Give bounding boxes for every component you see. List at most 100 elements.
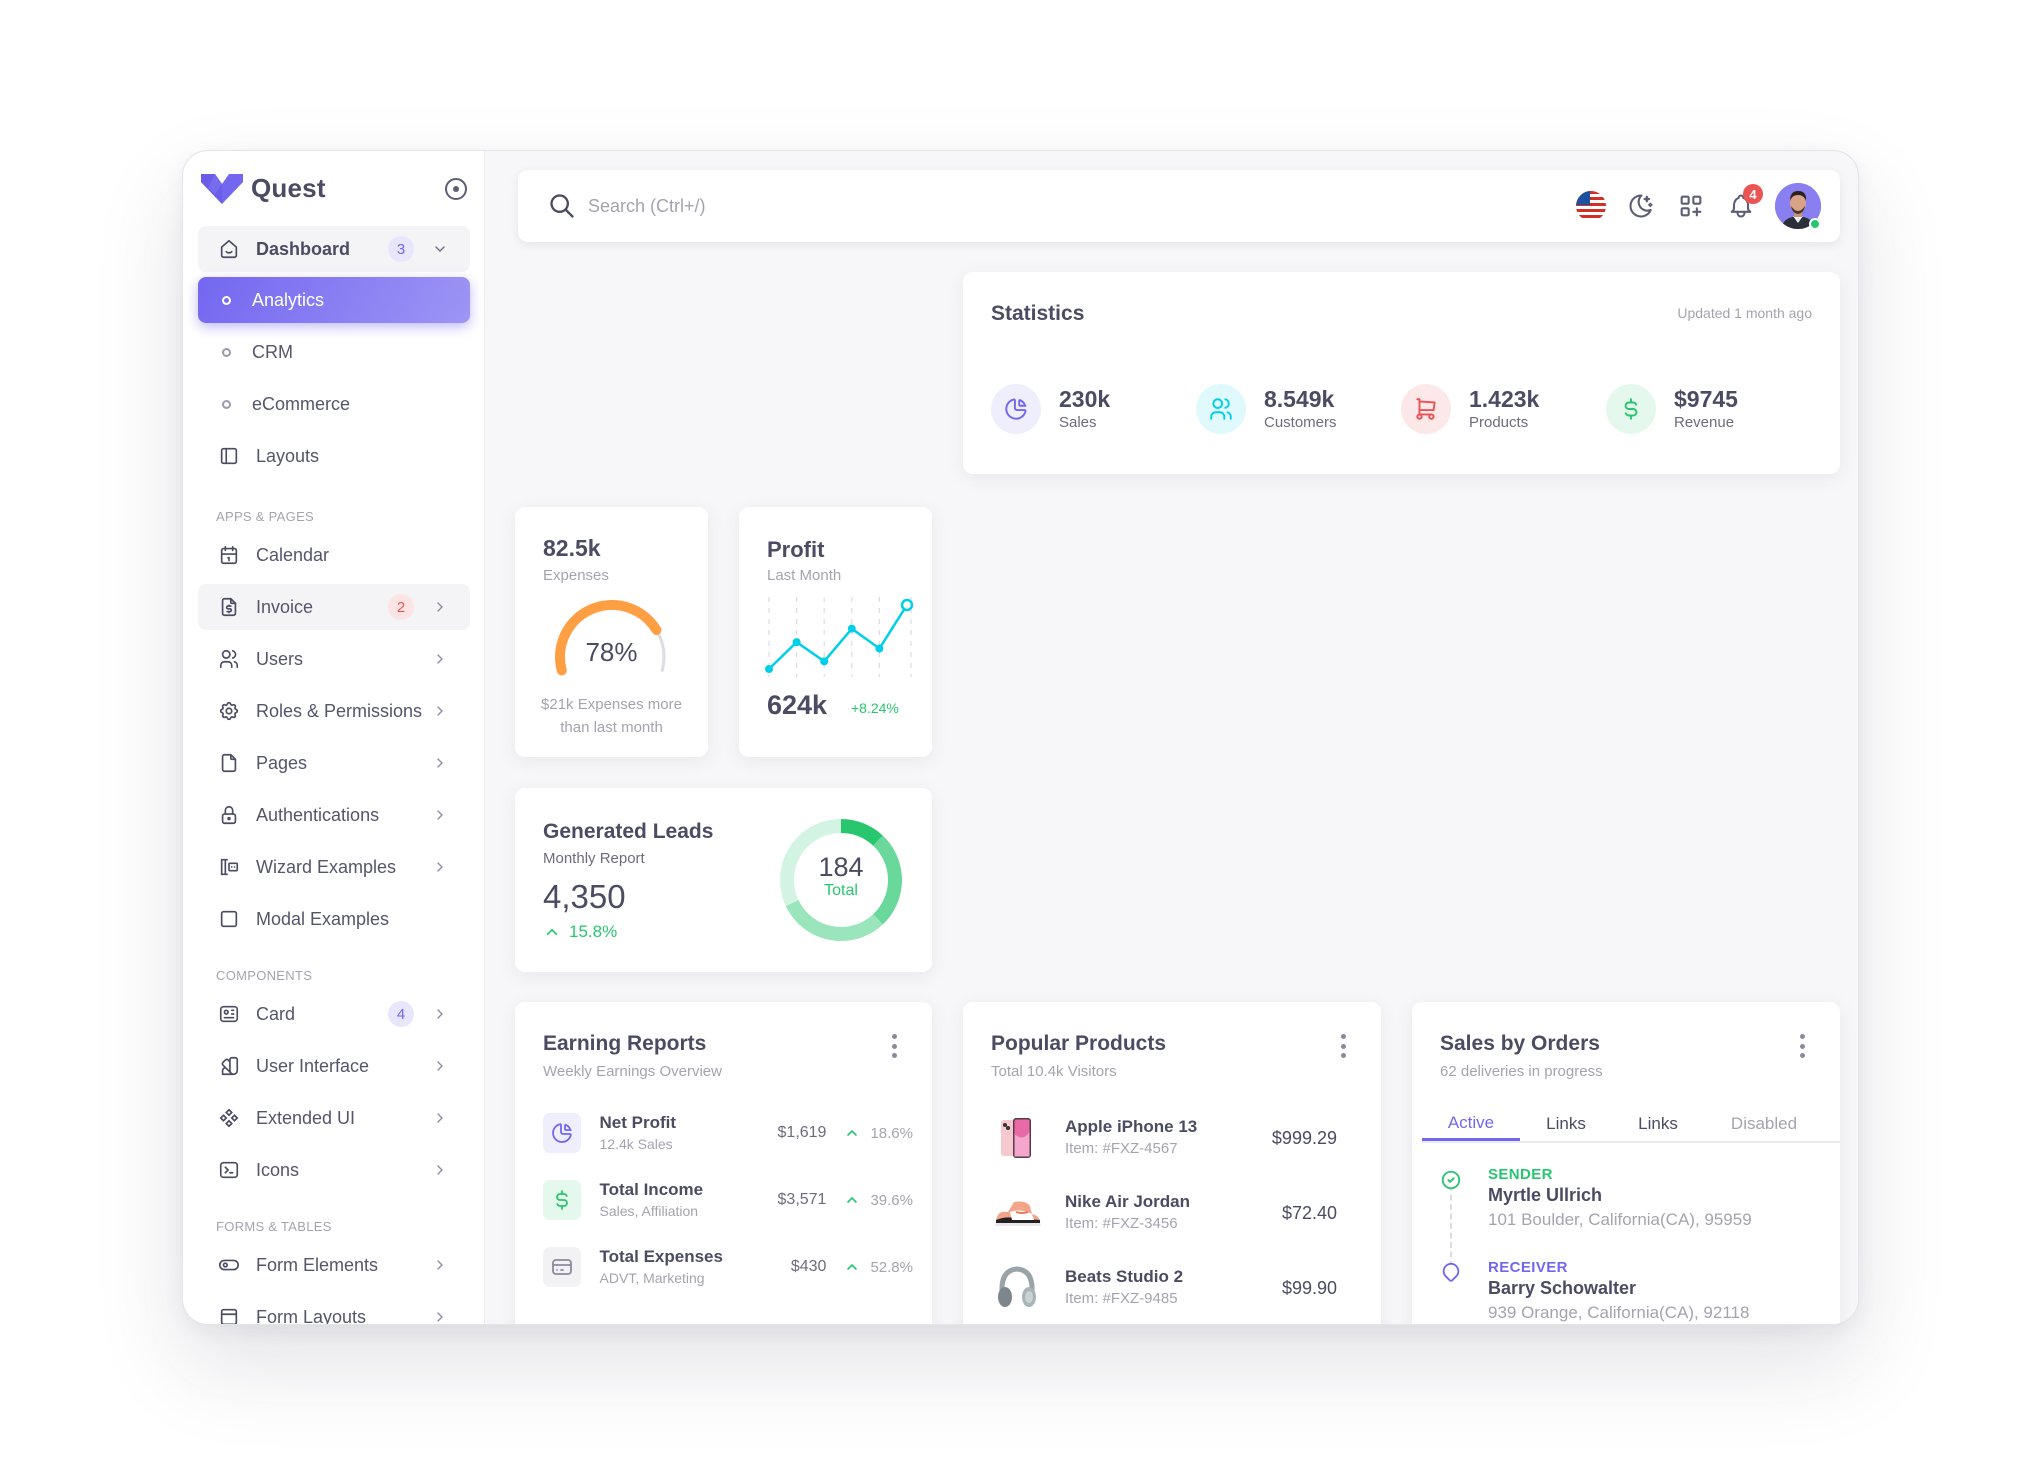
quest-logo-icon [201,173,243,204]
shortcuts-button[interactable] [1675,190,1707,222]
sidebar-item-extended-ui[interactable]: Extended UI [198,1095,470,1141]
circle-icon [222,399,231,409]
profit-card: Profit Last Month 624k +8.24% [739,507,932,757]
timeline-kind: RECEIVER [1488,1259,1568,1276]
sidebar-item-label: Dashboard [256,238,351,259]
sidebar-item-authentications[interactable]: Authentications [198,792,470,838]
section-label-components: COMPONENTS [216,968,313,983]
sidebar-item-modal-examples[interactable]: Modal Examples [198,896,470,942]
search-input[interactable] [588,188,1288,224]
chevron-right-icon [430,701,450,721]
calendar-icon [217,543,241,567]
sidebar-item-pages[interactable]: Pages [198,740,470,786]
square-icon [217,907,241,931]
stat-value: 8.549k [1264,386,1335,412]
shopping-cart-icon [1401,384,1451,434]
sidebar-item-dashboard[interactable]: Dashboard 3 [198,226,470,272]
leads-change: 15.8% [543,922,617,942]
sidebar-item-analytics[interactable]: Analytics [198,277,470,323]
timeline-receiver: RECEIVER Barry Schowalter 939 Orange, Ca… [1488,1259,1749,1324]
earning-reports-card: Earning Reports Weekly Earnings Overview… [515,1002,932,1324]
donut-total: 184 [818,852,864,882]
timeline-address: 101 Boulder, California(CA), 95959 [1488,1210,1752,1229]
product-price: $99.90 [1281,1277,1337,1298]
sidebar-item-label: Card [256,1003,296,1024]
product-row[interactable]: Apple iPhone 13 Item: #FXZ-4567 $999.29 [991,1108,1337,1168]
earning-name: Net Profit [599,1113,677,1132]
sidebar-item-label: Form Layouts [256,1306,367,1325]
map-pin-icon [1440,1261,1462,1288]
product-row[interactable]: Beats Studio 2 Item: #FXZ-9485 $99.90 [991,1258,1337,1318]
sidebar-item-label: Layouts [256,445,320,466]
collapse-sidebar-toggle[interactable] [445,178,467,200]
components-icon [217,1106,241,1130]
lock-icon [217,803,241,827]
timeline-kind: SENDER [1488,1166,1553,1183]
profit-title: Profit [767,537,825,562]
expenses-card: 82.5k Expenses 78% $21k Expenses more th… [515,507,708,757]
earning-desc: 12.4k Sales [599,1136,673,1152]
sidebar-item-form-elements[interactable]: Form Elements [198,1242,470,1288]
product-item-code: Item: #FXZ-3456 [1065,1215,1178,1232]
product-row[interactable]: Nike Air Jordan Item: #FXZ-3456 $72.40 [991,1183,1337,1243]
more-options-button[interactable] [1800,1034,1806,1058]
chevron-right-icon [430,1255,450,1275]
stat-value: 1.423k [1469,386,1540,412]
earning-change: 18.6% [844,1125,913,1142]
file-icon [217,751,241,775]
sidebar-item-wizard-examples[interactable]: Wizard Examples [198,844,470,890]
sidebar-item-card[interactable]: Card 4 [198,991,470,1037]
sidebar-item-icons[interactable]: Icons [198,1147,470,1193]
sidebar-item-users[interactable]: Users [198,636,470,682]
earning-change-value: 39.6% [870,1191,913,1209]
sidebar-item-layouts[interactable]: Layouts [198,433,470,479]
tab-active[interactable]: Active [1422,1107,1520,1141]
sidebar-item-calendar[interactable]: Calendar [198,532,470,578]
sidebar-item-ecommerce[interactable]: eCommerce [198,381,470,427]
sidebar-item-roles-permissions[interactable]: Roles & Permissions [198,688,470,734]
profit-series-line [768,604,909,670]
layout-grid-add-icon [1680,195,1702,217]
earning-amount: $430 [790,1258,827,1275]
circle-check-icon [1440,1169,1462,1196]
sales-orders-subtitle: 62 deliveries in progress [1440,1063,1603,1080]
tab-links-2[interactable]: Links [1612,1107,1704,1141]
users-icon [217,647,241,671]
notifications-button[interactable]: 4 [1725,184,1763,222]
chevron-right-icon [430,1160,450,1180]
currency-dollar-icon [1606,384,1656,434]
sneaker-image [991,1187,1043,1239]
profit-data-point [765,665,773,673]
sidebar-item-label: User Interface [256,1055,370,1076]
more-options-button[interactable] [1341,1034,1347,1058]
language-selector[interactable] [1575,190,1607,222]
sidebar-item-user-interface[interactable]: User Interface [198,1043,470,1089]
smart-home-icon [217,237,241,261]
stat-label: Products [1469,414,1529,431]
brand[interactable]: Quest [201,173,326,204]
timeline-sender: SENDER Myrtle Ullrich 101 Boulder, Calif… [1488,1166,1752,1233]
theme-toggle[interactable] [1625,190,1657,222]
profit-data-point [792,638,801,647]
earning-reports-subtitle: Weekly Earnings Overview [543,1063,722,1080]
sidebar-item-invoice[interactable]: Invoice 2 [198,584,470,630]
earning-change: 39.6% [844,1192,913,1209]
more-options-button[interactable] [892,1034,898,1058]
earning-desc: ADVT, Marketing [599,1270,705,1286]
chevron-right-icon [430,597,450,617]
sidebar-item-crm[interactable]: CRM [198,329,470,375]
donut-segment [785,900,883,941]
earning-amount: $3,571 [777,1191,827,1208]
chevron-right-icon [430,649,450,669]
product-name: Nike Air Jordan [1065,1192,1191,1211]
sidebar-item-label: Authentications [256,804,380,825]
tab-links-1[interactable]: Links [1520,1107,1612,1141]
timeline-name: Barry Schowalter [1488,1278,1637,1298]
sidebar-item-label: Extended UI [256,1107,356,1128]
search-icon[interactable] [548,192,576,225]
topbar: 4 [518,170,1840,242]
profit-subtitle: Last Month [767,567,842,584]
product-price: $999.29 [1271,1127,1337,1148]
section-label-forms: FORMS & TABLES [216,1219,332,1234]
sidebar-item-form-layouts[interactable]: Form Layouts [198,1294,470,1325]
